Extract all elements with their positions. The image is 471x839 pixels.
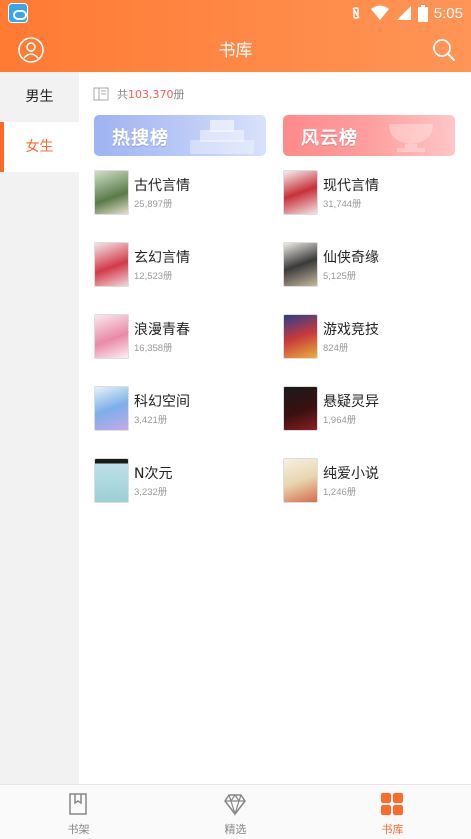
nav-label: 书架 xyxy=(67,823,90,836)
sidebar-item-female[interactable]: 女生 xyxy=(0,122,79,172)
category-name: 玄幻言情 xyxy=(134,250,190,266)
page-title: 书库 xyxy=(218,41,253,61)
grid-icon xyxy=(381,793,403,815)
category-cover xyxy=(94,242,129,287)
category-item-youth-romance[interactable]: 浪漫青春 16,358册 xyxy=(94,314,264,362)
bookmark-icon xyxy=(69,793,87,815)
category-item-scifi[interactable]: 科幻空间 3,421册 xyxy=(94,386,264,434)
category-cover xyxy=(94,386,129,431)
library-content: 共 103,370 册 热搜榜 风云榜 古代言情 25,897册 现代言情 31,7… xyxy=(79,72,471,784)
category-count: 1,964册 xyxy=(323,415,357,426)
category-cover xyxy=(94,458,129,503)
category-item-n-dimension[interactable]: N次元 3,232册 xyxy=(94,458,264,506)
category-name: 科幻空间 xyxy=(134,394,190,410)
sidebar-item-male[interactable]: 男生 xyxy=(0,72,79,122)
category-name: 仙侠奇缘 xyxy=(323,250,379,266)
total-prefix: 共 xyxy=(117,88,128,101)
category-cover xyxy=(283,314,318,359)
banner-label: 热搜榜 xyxy=(112,128,169,149)
category-cover xyxy=(283,386,318,431)
nav-tab-featured[interactable]: 精选 xyxy=(157,785,314,839)
category-name: 悬疑灵异 xyxy=(323,394,379,410)
category-count: 5,125册 xyxy=(323,271,357,282)
status-time: 5:05 xyxy=(433,4,463,22)
category-item-ancient-romance[interactable]: 古代言情 25,897册 xyxy=(94,170,264,218)
category-item-gaming[interactable]: 游戏竞技 824册 xyxy=(283,314,453,362)
category-count: 3,232册 xyxy=(134,487,168,498)
category-cover xyxy=(283,242,318,287)
category-cover xyxy=(283,170,318,215)
total-books-summary: 共 103,370 册 xyxy=(93,86,185,102)
category-count: 12,523册 xyxy=(134,271,173,282)
battery-icon xyxy=(417,4,428,22)
podium-icon xyxy=(190,120,254,154)
hot-search-ranking-banner[interactable]: 热搜榜 xyxy=(94,115,266,156)
book-open-icon xyxy=(93,87,109,101)
category-item-danmei[interactable]: 纯爱小说 1,246册 xyxy=(283,458,453,506)
category-name: 浪漫青春 xyxy=(134,322,190,338)
signal-icon xyxy=(396,6,411,20)
category-count: 31,744册 xyxy=(323,199,362,210)
category-count: 25,897册 xyxy=(134,199,173,210)
category-count: 16,358册 xyxy=(134,343,173,354)
category-name: 游戏竞技 xyxy=(323,322,379,338)
sidebar-item-label: 男生 xyxy=(25,89,54,105)
status-icons: 5:05 xyxy=(348,3,463,23)
category-cover xyxy=(94,314,129,359)
gender-sidebar: 男生 女生 xyxy=(0,72,79,784)
category-item-fantasy-romance[interactable]: 玄幻言情 12,523册 xyxy=(94,242,264,290)
notification-app-icon xyxy=(8,3,28,23)
nav-tab-library[interactable]: 书库 xyxy=(314,785,471,839)
category-name: 古代言情 xyxy=(134,178,190,194)
bottom-navigation: 书架 精选 书库 xyxy=(0,784,471,839)
category-item-mystery[interactable]: 悬疑灵异 1,964册 xyxy=(283,386,453,434)
total-suffix: 册 xyxy=(173,88,185,101)
sidebar-item-label: 女生 xyxy=(25,139,54,155)
category-item-xianxia[interactable]: 仙侠奇缘 5,125册 xyxy=(283,242,453,290)
banner-label: 风云榜 xyxy=(301,128,358,149)
search-button[interactable] xyxy=(431,37,457,63)
category-cover xyxy=(283,458,318,503)
total-count: 103,370 xyxy=(128,87,174,101)
nav-tab-bookshelf[interactable]: 书架 xyxy=(0,785,157,839)
status-bar: 5:05 xyxy=(0,0,471,26)
app-header: 5:05 书库 xyxy=(0,0,471,72)
category-name: 现代言情 xyxy=(323,178,379,194)
popular-ranking-banner[interactable]: 风云榜 xyxy=(283,115,455,156)
nav-label: 精选 xyxy=(224,823,247,836)
category-count: 3,421册 xyxy=(134,415,168,426)
category-count: 1,246册 xyxy=(323,487,357,498)
nav-label: 书库 xyxy=(381,823,404,836)
vibrate-off-icon xyxy=(352,7,360,19)
diamond-icon xyxy=(224,793,246,816)
category-cover xyxy=(94,170,129,215)
category-item-modern-romance[interactable]: 现代言情 31,744册 xyxy=(283,170,453,218)
wifi-icon xyxy=(370,5,389,20)
category-name: N次元 xyxy=(134,466,173,482)
category-count: 824册 xyxy=(323,343,349,354)
search-icon xyxy=(433,39,455,61)
trophy-icon xyxy=(389,124,433,152)
category-name: 纯爱小说 xyxy=(323,466,379,482)
